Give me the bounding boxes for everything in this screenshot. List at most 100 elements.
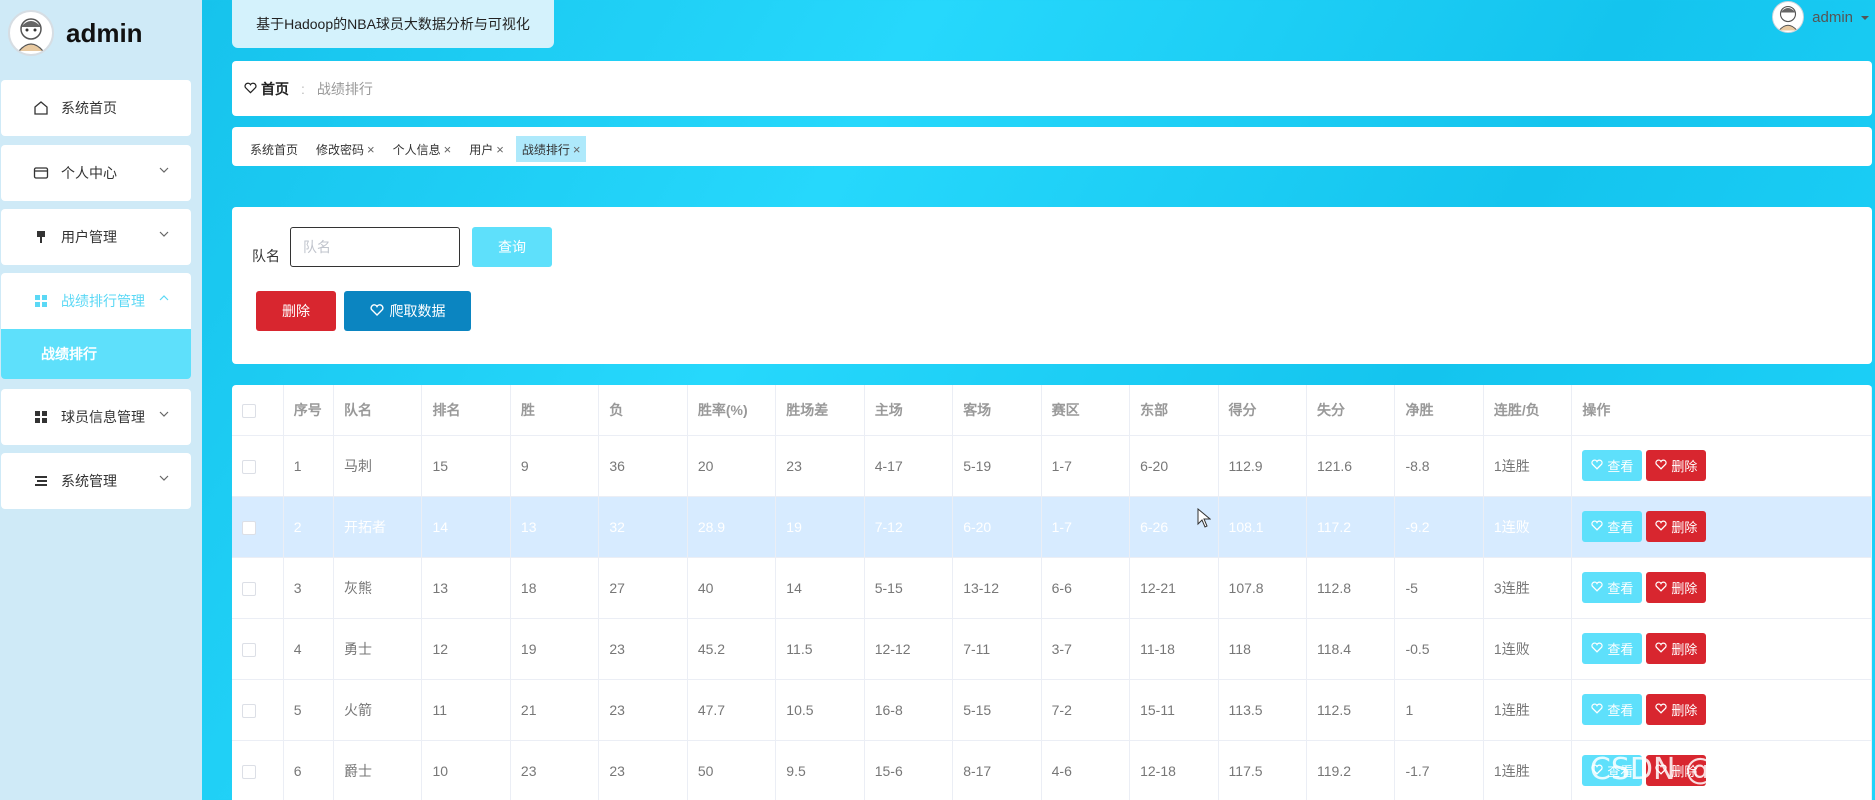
table-cell: 14 (421, 496, 511, 558)
tab-personal-info[interactable]: 个人信息 × (387, 136, 458, 162)
tab-user[interactable]: 用户 × (463, 136, 510, 162)
row-checkbox[interactable] (232, 679, 284, 741)
view-button[interactable]: 查看 (1582, 633, 1643, 664)
table-cell: 12-18 (1129, 740, 1219, 800)
table-row[interactable]: 3 灰熊 13 18 27 40 14 5-15 13-12 6-6 12-21 107.8 112.8… (232, 557, 1872, 619)
sidebar-item-label: 个人中心 (61, 165, 117, 181)
view-button[interactable]: 查看 (1582, 450, 1643, 481)
column-header: 赛区 (1041, 385, 1131, 436)
team-name-label: 队名 (252, 248, 280, 264)
sidebar-item-label: 球员信息管理 (61, 409, 145, 425)
row-checkbox[interactable] (232, 435, 284, 497)
table-row[interactable]: 6 爵士 10 23 23 50 9.5 15-6 8-17 4-6 12-18 117.5 119.2… (232, 740, 1872, 800)
sidebar-subitem-ranking[interactable]: 战绩排行 (1, 329, 191, 379)
sidebar-item-system-management[interactable]: 系统管理 (1, 453, 191, 509)
table-cell: 1连败 (1483, 496, 1573, 558)
table-cell: -9.2 (1394, 496, 1484, 558)
table-cell: 1-7 (1041, 435, 1131, 497)
heart-icon (1655, 702, 1668, 717)
ranking-table: 序号 队名 排名 胜 负 胜率(%) 胜场差 主场 客场 赛区 东部 得分 失分… (232, 385, 1872, 800)
sidebar-item-personal-center[interactable]: 个人中心 (1, 145, 191, 201)
table-cell: 23 (598, 679, 688, 741)
table-cell: 开拓者 (333, 496, 423, 558)
table-cell: 18 (510, 557, 600, 619)
heart-icon (1591, 458, 1604, 473)
row-actions: 查看 删除 (1571, 740, 1872, 800)
sidebar-item-user-management[interactable]: 用户管理 (1, 209, 191, 265)
view-button[interactable]: 查看 (1582, 572, 1643, 603)
sidebar: admin 系统首页 个人中心 用户管理 战绩排行管理 战绩排行 球员信息管理 … (0, 0, 202, 800)
table-row[interactable]: 2 开拓者 14 13 32 28.9 19 7-12 6-20 1-7 6-26 108.1 117.… (232, 496, 1872, 558)
user-avatar-icon (1772, 1, 1805, 33)
table-cell: 3-7 (1041, 618, 1131, 680)
heart-icon (1591, 641, 1604, 656)
view-button[interactable]: 查看 (1582, 694, 1643, 725)
table-row[interactable]: 4 勇士 12 19 23 45.2 11.5 12-12 7-11 3-7 11-18 118 118… (232, 618, 1872, 680)
delete-button[interactable]: 删除 (1646, 694, 1707, 725)
delete-button[interactable]: 删除 (1646, 755, 1707, 786)
table-cell: 23 (510, 740, 600, 800)
row-actions: 查看 删除 (1571, 557, 1872, 619)
table-cell: 12-12 (864, 618, 954, 680)
sidebar-item-ranking-management[interactable]: 战绩排行管理 (1, 273, 191, 329)
table-cell: 119.2 (1306, 740, 1396, 800)
chevron-down-icon (157, 471, 171, 485)
chevron-up-icon (157, 291, 171, 305)
user-name: admin (1812, 8, 1853, 26)
row-checkbox[interactable] (232, 496, 284, 558)
table-header-row: 序号 队名 排名 胜 负 胜率(%) 胜场差 主场 客场 赛区 东部 得分 失分… (232, 385, 1872, 436)
row-checkbox[interactable] (232, 618, 284, 680)
table-cell: 15-6 (864, 740, 954, 800)
row-checkbox[interactable] (232, 557, 284, 619)
user-menu[interactable]: admin (1772, 0, 1869, 34)
team-name-input[interactable] (290, 227, 460, 267)
logo: admin (8, 10, 143, 56)
close-icon[interactable]: × (496, 142, 504, 157)
sidebar-item-player-management[interactable]: 球员信息管理 (1, 389, 191, 445)
tab-change-password[interactable]: 修改密码 × (310, 136, 381, 162)
table-cell: 112.9 (1218, 435, 1308, 497)
close-icon[interactable]: × (573, 142, 581, 157)
table-row[interactable]: 5 火箭 11 21 23 47.7 10.5 16-8 5-15 7-2 15-11 113.5 11… (232, 679, 1872, 741)
column-header: 负 (598, 385, 688, 436)
batch-delete-button[interactable]: 删除 (256, 291, 336, 331)
table-cell: 27 (598, 557, 688, 619)
heart-icon (1655, 763, 1668, 778)
sidebar-item-label: 系统管理 (61, 473, 117, 489)
table-cell: 19 (510, 618, 600, 680)
column-header: 连胜/负 (1483, 385, 1573, 436)
delete-button[interactable]: 删除 (1646, 450, 1707, 481)
table-cell: 13-12 (952, 557, 1042, 619)
close-icon[interactable]: × (367, 142, 375, 157)
table-cell: 6 (283, 740, 335, 800)
query-button[interactable]: 查询 (472, 227, 552, 267)
delete-button[interactable]: 删除 (1646, 511, 1707, 542)
heart-icon (244, 81, 257, 97)
view-button[interactable]: 查看 (1582, 511, 1643, 542)
breadcrumb-home[interactable]: 首页 (244, 79, 289, 99)
view-button[interactable]: 查看 (1582, 755, 1643, 786)
heart-icon (1591, 763, 1604, 778)
sidebar-item-home[interactable]: 系统首页 (1, 80, 191, 136)
table-cell: 50 (687, 740, 777, 800)
close-icon[interactable]: × (444, 142, 452, 157)
table-cell: 20 (687, 435, 777, 497)
heart-icon (1655, 458, 1668, 473)
tab-ranking[interactable]: 战绩排行 × (515, 136, 587, 162)
select-all-checkbox[interactable] (232, 385, 284, 436)
crawl-data-button[interactable]: 爬取数据 (344, 291, 471, 331)
tab-home[interactable]: 系统首页 (244, 136, 304, 162)
column-header: 得分 (1218, 385, 1308, 436)
delete-button[interactable]: 删除 (1646, 633, 1707, 664)
table-cell: 9.5 (775, 740, 865, 800)
table-cell: 1连胜 (1483, 740, 1573, 800)
table-cell: -0.5 (1394, 618, 1484, 680)
table-cell: 3 (283, 557, 335, 619)
breadcrumb-separator: : (301, 80, 305, 97)
column-header: 排名 (421, 385, 511, 436)
row-checkbox[interactable] (232, 740, 284, 800)
table-cell: 108.1 (1218, 496, 1308, 558)
table-cell: -1.7 (1394, 740, 1484, 800)
delete-button[interactable]: 删除 (1646, 572, 1707, 603)
table-row[interactable]: 1 马刺 15 9 36 20 23 4-17 5-19 1-7 6-20 112.9 121.6 -8.… (232, 435, 1872, 497)
